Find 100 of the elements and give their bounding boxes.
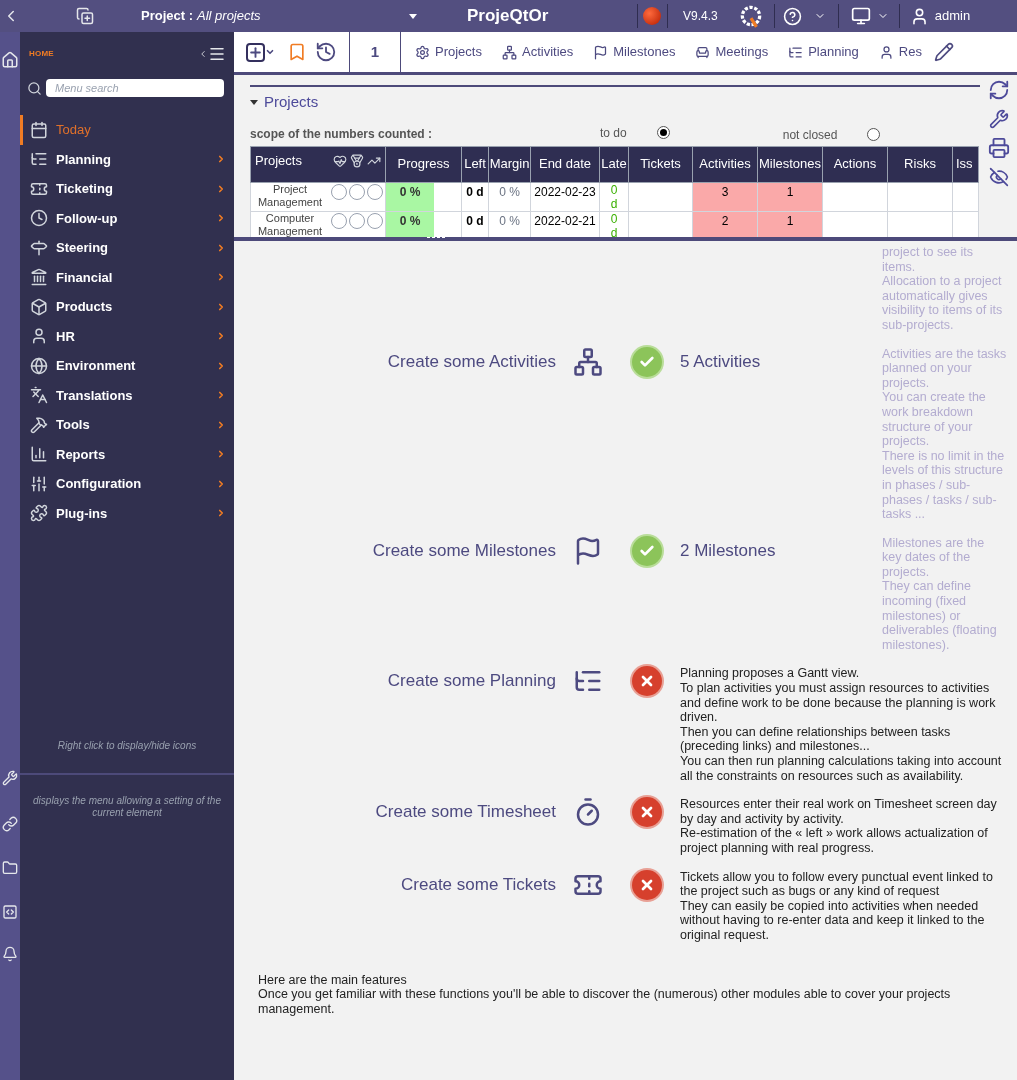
toolbar-tab[interactable]: Res <box>878 42 922 62</box>
progress-cell: 0 % <box>386 182 434 211</box>
scope-option[interactable]: to do <box>600 123 670 142</box>
hierarchy-icon <box>501 44 517 60</box>
column-header: Left <box>461 146 489 182</box>
menu-item[interactable]: Plug-ins <box>20 498 234 528</box>
code-icon[interactable] <box>2 904 18 920</box>
column-header: Late <box>599 146 629 182</box>
step-count: 5 Activities <box>680 350 762 373</box>
folder-icon[interactable] <box>2 860 18 876</box>
menu-item[interactable]: Environment <box>20 351 234 381</box>
bookmark-icon[interactable] <box>287 41 307 63</box>
step-label: Create some Milestones <box>371 539 557 562</box>
menu-item[interactable]: Follow-up <box>20 203 234 233</box>
chevron-icon <box>216 213 226 224</box>
step-description: Tickets allow you to follow every punctual event linked to the project such as bugs or any kind of request They can easily be copied into activities when needed without having to re-enter data and keep it linked to the original request. <box>680 869 994 943</box>
add-icon[interactable] <box>246 42 265 62</box>
clock-icon <box>30 209 48 228</box>
table-cell: 3 <box>692 182 758 211</box>
step-label: Create some Timesheet <box>374 801 557 824</box>
help-note: Milestones are the key dates of the projects. They can define incoming (fixed milestones) or deliverables (floating milestones). <box>882 535 998 653</box>
caret-icon[interactable] <box>250 99 258 105</box>
table-cell: Project Management <box>250 182 386 211</box>
scope-label: scope of the numbers counted : <box>250 125 433 143</box>
menu-item[interactable]: Today <box>20 115 234 145</box>
radio-button[interactable] <box>656 126 670 139</box>
hammer-icon <box>30 415 48 434</box>
project-label: Project : <box>141 7 193 26</box>
link-icon[interactable] <box>2 816 18 832</box>
scope-option[interactable]: not closed <box>782 125 881 144</box>
chair-icon <box>695 44 711 60</box>
home-icon[interactable] <box>1 50 19 70</box>
menu-item[interactable]: Ticketing <box>20 174 234 204</box>
person-icon <box>30 327 48 346</box>
menu-item[interactable]: Steering <box>20 233 234 263</box>
globe-icon <box>30 356 48 375</box>
monitor-icon[interactable] <box>850 6 871 26</box>
translate-icon <box>30 386 48 405</box>
caret-icon[interactable] <box>265 47 275 57</box>
box-icon <box>30 297 48 316</box>
sidebar-header: HOME <box>29 47 54 60</box>
help-note: project to see its items. Allocation to a project automatically gives visibility to items of its sub-projects. <box>882 245 1004 333</box>
menu-item[interactable]: Reports <box>20 439 234 469</box>
menu-item[interactable]: Tools <box>20 410 234 440</box>
sidebar-hint: Right click to display/hide icons <box>56 739 198 753</box>
chevron-icon <box>216 360 226 371</box>
column-header: Projects <box>250 146 386 182</box>
history-icon[interactable] <box>315 41 337 63</box>
toolbar-tab[interactable]: Planning <box>788 42 859 62</box>
menu-item[interactable]: HR <box>20 321 234 351</box>
new-window-icon[interactable] <box>76 7 94 25</box>
toolbar-tab[interactable]: Meetings <box>695 42 769 62</box>
table-cell: 1 <box>757 182 823 211</box>
menu-item[interactable]: Configuration <box>20 469 234 499</box>
bank-icon <box>30 268 48 287</box>
hide-icon[interactable] <box>988 167 1009 187</box>
column-header: Risks <box>887 146 953 182</box>
toolbar-tab[interactable]: Milestones <box>593 42 676 62</box>
step-description: Planning proposes a Gantt view. To plan activities you must assign resources to activities and define work to be done because the planning is work driven. Then you can define relationships between tasks (preceding links) and milestones... You can then run planning calculations taking into account all the constraints on resources such as availability. <box>680 666 1003 784</box>
item-counter: 1 <box>369 41 381 62</box>
help-note: Activities are the tasks planned on your projects. You can create the work breakdown structure of your projects. There is no limit in the levels of this structure in phases / sub-phases / tasks / sub-tasks ... <box>882 346 1008 522</box>
status-indicator-icon <box>643 7 661 25</box>
tooltip-text: displays the menu allowing a setting of the current element <box>32 795 222 820</box>
chevron-icon <box>216 331 226 342</box>
puzzle-icon <box>30 504 48 523</box>
gantt-icon <box>788 44 804 60</box>
panel-title: Projects <box>264 92 319 112</box>
edit-icon[interactable] <box>933 42 954 62</box>
chevron-icon <box>216 272 226 283</box>
step-description: Resources enter their real work on Timesheet screen day by day and activity by activity. Re-estimation of the « left » work allows actualization of project planning with real progress. <box>680 797 998 856</box>
help-icon[interactable] <box>782 6 802 26</box>
menu-item[interactable]: Planning <box>20 144 234 174</box>
refresh-icon[interactable] <box>987 79 1010 101</box>
project-selector[interactable]: All projects <box>197 6 417 26</box>
progress-cell: 0 % <box>386 211 434 237</box>
column-header: Milestones <box>757 146 823 182</box>
step-label: Create some Tickets <box>400 873 557 896</box>
chevron-icon <box>216 478 226 489</box>
user-name[interactable]: admin <box>934 6 971 26</box>
radio-button[interactable] <box>867 128 881 141</box>
chevron-icon <box>216 508 226 519</box>
print-icon[interactable] <box>987 137 1010 159</box>
menu-item[interactable]: Products <box>20 292 234 322</box>
bell-icon[interactable] <box>2 946 18 962</box>
menu-item[interactable]: Financial <box>20 262 234 292</box>
chart-icon <box>30 445 48 464</box>
search-field[interactable]: Menu search <box>46 79 224 97</box>
step-label: Create some Planning <box>386 670 557 693</box>
menu-item[interactable]: Translations <box>20 380 234 410</box>
table-cell: 2022-02-23 <box>530 182 600 211</box>
toolbar-tab[interactable]: Activities <box>501 42 574 62</box>
panel-toggle[interactable]: Projects <box>250 91 980 114</box>
app-title: ProjeQtOr <box>467 5 550 28</box>
version-label: V9.4.3 <box>683 8 718 25</box>
toolbar-tab[interactable]: Projects <box>415 42 482 62</box>
calendar-icon <box>30 120 48 139</box>
column-header: Activities <box>692 146 758 182</box>
wrench-icon[interactable] <box>988 109 1009 129</box>
column-header: Progress <box>385 146 462 182</box>
column-header: Actions <box>822 146 888 182</box>
